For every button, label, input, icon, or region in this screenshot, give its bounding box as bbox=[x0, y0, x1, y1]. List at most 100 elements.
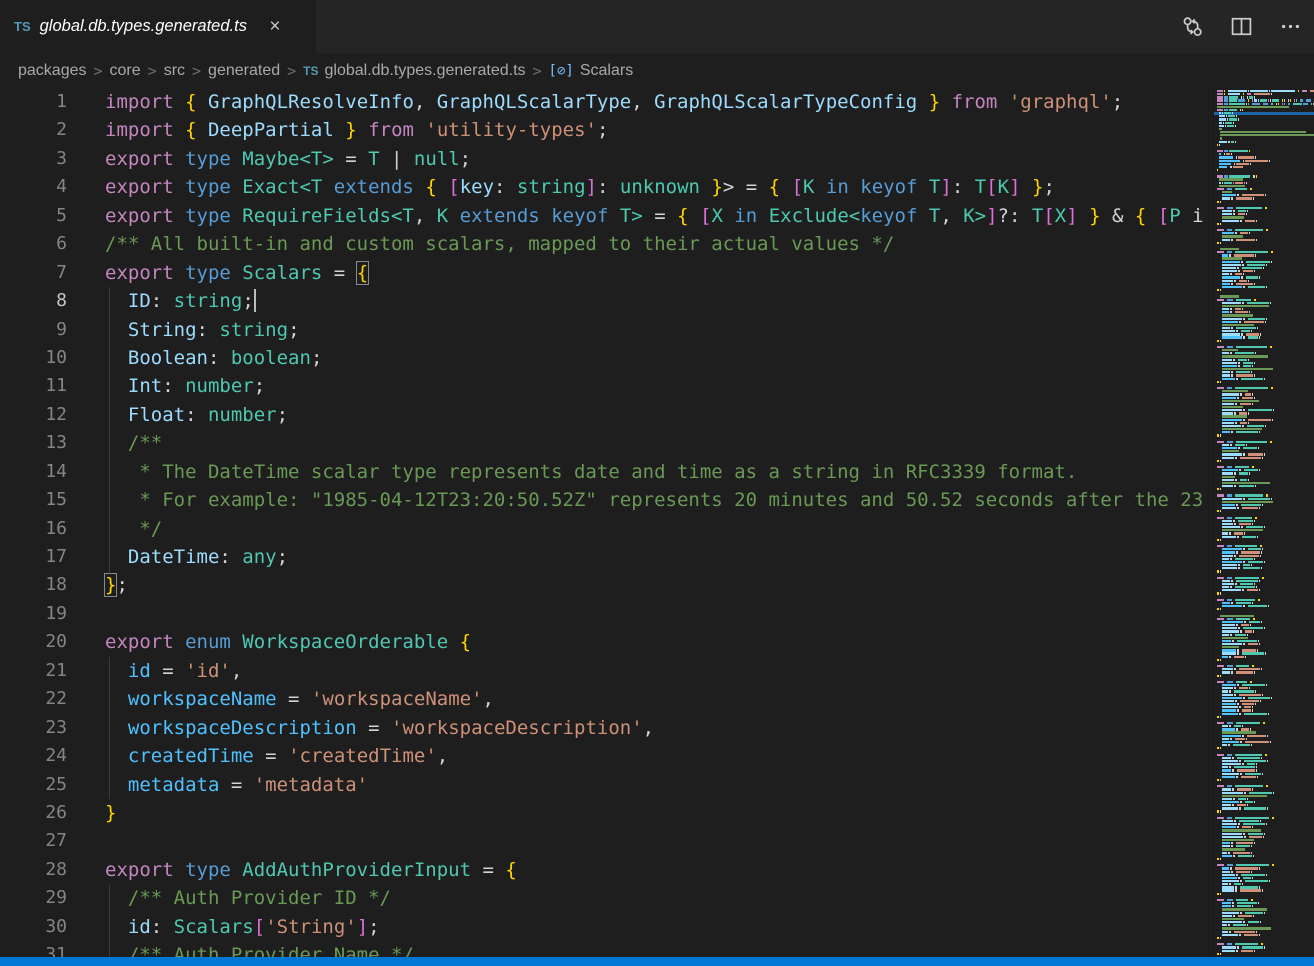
code-text: }; bbox=[105, 571, 128, 599]
code-text: DateTime: any; bbox=[105, 543, 288, 571]
text-cursor bbox=[254, 289, 256, 312]
breadcrumb-symbol-scalars[interactable]: [⊘] Scalars bbox=[549, 62, 634, 80]
code-line[interactable]: 25 metadata = 'metadata' bbox=[0, 771, 1213, 799]
breadcrumb-core[interactable]: core bbox=[110, 62, 141, 80]
line-number: 25 bbox=[0, 771, 67, 799]
line-number: 11 bbox=[0, 372, 67, 400]
code-line[interactable]: 27 bbox=[0, 827, 1213, 855]
split-editor-icon[interactable] bbox=[1230, 15, 1253, 38]
code-text: /** Auth Provider Name */ bbox=[105, 941, 414, 957]
line-number: 3 bbox=[0, 145, 67, 173]
code-text: workspaceDescription = 'workspaceDescrip… bbox=[105, 714, 654, 742]
line-number: 18 bbox=[0, 571, 67, 599]
code-line[interactable]: 31 /** Auth Provider Name */ bbox=[0, 941, 1213, 957]
tab-bar: TS global.db.types.generated.ts × bbox=[0, 0, 1314, 53]
code-text: workspaceName = 'workspaceName', bbox=[105, 685, 494, 713]
line-number: 2 bbox=[0, 116, 67, 144]
code-line[interactable]: 3export type Maybe<T> = T | null; bbox=[0, 145, 1213, 173]
tab-global-db-types[interactable]: TS global.db.types.generated.ts × bbox=[0, 0, 316, 53]
line-number: 29 bbox=[0, 884, 67, 912]
code-text: id: Scalars['String']; bbox=[105, 913, 380, 941]
code-line[interactable]: 15 * For example: "1985-04-12T23:20:50.5… bbox=[0, 486, 1213, 514]
line-number: 19 bbox=[0, 600, 67, 628]
breadcrumb-src[interactable]: src bbox=[164, 62, 185, 80]
line-number: 12 bbox=[0, 401, 67, 429]
code-line[interactable]: 5 export type RequireFields<T, K extends … bbox=[0, 202, 1213, 230]
code-line[interactable]: 18}; bbox=[0, 571, 1213, 599]
code-editor[interactable]: 1 import { GraphQLResolveInfo, GraphQLSca… bbox=[0, 88, 1213, 957]
breadcrumb-file-label: global.db.types.generated.ts bbox=[324, 62, 525, 80]
line-number: 9 bbox=[0, 316, 67, 344]
breadcrumb-generated[interactable]: generated bbox=[208, 62, 280, 80]
code-text: export type RequireFields<T, K extends k… bbox=[105, 202, 1204, 230]
chevron-right-icon: > bbox=[287, 62, 296, 80]
line-number: 16 bbox=[0, 515, 67, 543]
code-line[interactable]: 2import { DeepPartial } from 'utility-ty… bbox=[0, 116, 1213, 144]
code-line[interactable]: 6/** All built-in and custom scalars, ma… bbox=[0, 230, 1213, 258]
code-line[interactable]: 17 DateTime: any; bbox=[0, 543, 1213, 571]
code-line[interactable]: 26} bbox=[0, 799, 1213, 827]
more-actions-icon[interactable] bbox=[1279, 15, 1302, 38]
code-line[interactable]: 23 workspaceDescription = 'workspaceDesc… bbox=[0, 714, 1213, 742]
code-text: import { GraphQLResolveInfo, GraphQLScal… bbox=[105, 88, 1123, 116]
line-number: 23 bbox=[0, 714, 67, 742]
line-number: 14 bbox=[0, 458, 67, 486]
line-number: 15 bbox=[0, 486, 67, 514]
code-text: id = 'id', bbox=[105, 657, 242, 685]
line-number: 22 bbox=[0, 685, 67, 713]
breadcrumb-symbol-label: Scalars bbox=[580, 62, 633, 80]
line-number: 20 bbox=[0, 628, 67, 656]
close-tab-icon[interactable]: × bbox=[264, 16, 286, 38]
code-line[interactable]: 7 export type Scalars = { bbox=[0, 259, 1213, 287]
code-line[interactable]: 29 /** Auth Provider ID */ bbox=[0, 884, 1213, 912]
vscode-window: TS global.db.types.generated.ts × bbox=[0, 0, 1314, 966]
code-line[interactable]: 16 */ bbox=[0, 515, 1213, 543]
chevron-right-icon: > bbox=[94, 62, 103, 80]
code-line[interactable]: 30 id: Scalars['String']; bbox=[0, 913, 1213, 941]
code-text: Int: number; bbox=[105, 372, 265, 400]
code-text: export type Scalars = { bbox=[105, 259, 368, 287]
code-line[interactable]: 12 Float: number; bbox=[0, 401, 1213, 429]
code-line[interactable]: 14 * The DateTime scalar type represents… bbox=[0, 458, 1213, 486]
line-number: 27 bbox=[0, 827, 67, 855]
code-text: */ bbox=[105, 515, 162, 543]
code-line[interactable]: 11 Int: number; bbox=[0, 372, 1213, 400]
line-number: 8 bbox=[0, 287, 67, 315]
code-text: export enum WorkspaceOrderable { bbox=[105, 628, 471, 656]
code-line[interactable]: 10 Boolean: boolean; bbox=[0, 344, 1213, 372]
code-line[interactable]: 13 /** bbox=[0, 429, 1213, 457]
line-number: 7 bbox=[0, 259, 67, 287]
code-text: * For example: "1985-04-12T23:20:50.52Z"… bbox=[105, 486, 1203, 514]
editor-actions bbox=[1181, 0, 1302, 53]
line-number: 30 bbox=[0, 913, 67, 941]
code-text: metadata = 'metadata' bbox=[105, 771, 368, 799]
code-line[interactable]: 4export type Exact<T extends { [key: str… bbox=[0, 173, 1213, 201]
line-number: 26 bbox=[0, 799, 67, 827]
code-line[interactable]: 21 id = 'id', bbox=[0, 657, 1213, 685]
type-symbol-icon: [⊘] bbox=[549, 63, 574, 79]
code-line[interactable]: 9 String: string; bbox=[0, 316, 1213, 344]
code-text: /** Auth Provider ID */ bbox=[105, 884, 391, 912]
line-number: 1 bbox=[0, 88, 67, 116]
tab-title: global.db.types.generated.ts bbox=[40, 17, 247, 36]
open-changes-icon[interactable] bbox=[1181, 15, 1204, 38]
code-text: export type AddAuthProviderInput = { bbox=[105, 856, 517, 884]
code-line[interactable]: 8 ID: string; bbox=[0, 287, 1213, 315]
minimap[interactable] bbox=[1213, 88, 1314, 957]
line-number: 21 bbox=[0, 657, 67, 685]
line-number: 6 bbox=[0, 230, 67, 258]
line-number: 17 bbox=[0, 543, 67, 571]
code-line[interactable]: 1 import { GraphQLResolveInfo, GraphQLSca… bbox=[0, 88, 1213, 116]
code-line[interactable]: 24 createdTime = 'createdTime', bbox=[0, 742, 1213, 770]
line-number: 24 bbox=[0, 742, 67, 770]
code-line[interactable]: 28export type AddAuthProviderInput = { bbox=[0, 856, 1213, 884]
line-number: 5 bbox=[0, 202, 67, 230]
chevron-right-icon: > bbox=[192, 62, 201, 80]
breadcrumb-packages[interactable]: packages bbox=[18, 62, 87, 80]
line-number: 10 bbox=[0, 344, 67, 372]
code-line[interactable]: 22 workspaceName = 'workspaceName', bbox=[0, 685, 1213, 713]
code-line[interactable]: 19 bbox=[0, 600, 1213, 628]
breadcrumb-file[interactable]: TS global.db.types.generated.ts bbox=[303, 62, 525, 80]
progress-bar bbox=[0, 957, 1314, 966]
code-line[interactable]: 20 export enum WorkspaceOrderable { bbox=[0, 628, 1213, 656]
